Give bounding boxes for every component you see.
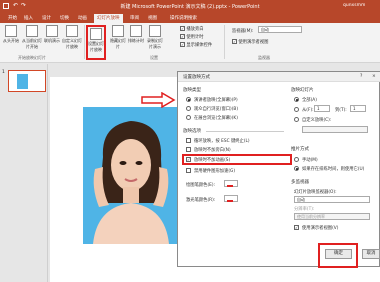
play-current-icon xyxy=(26,25,38,37)
radio-all[interactable] xyxy=(294,97,299,102)
record-slideshow-button[interactable]: 录制幻灯片演示 xyxy=(146,25,164,50)
rehearse-timings-button[interactable]: 排练计时 xyxy=(128,25,144,44)
radio-from[interactable] xyxy=(294,107,299,112)
radio-manual[interactable] xyxy=(294,157,299,162)
custom-show-select[interactable] xyxy=(302,126,368,133)
loop-checkbox[interactable] xyxy=(186,138,191,143)
checkbox[interactable]: ✓ xyxy=(232,39,237,44)
show-on-select[interactable]: 自动 xyxy=(294,196,370,203)
online-icon xyxy=(46,25,58,37)
tab-view[interactable]: 视图 xyxy=(148,15,157,21)
use-timings-check[interactable]: ✓ 使用计时 xyxy=(180,34,204,40)
checkbox[interactable]: ✓ xyxy=(180,42,185,47)
dialog-title-bar: 设置放映方式 ? × xyxy=(178,72,380,82)
tab-home[interactable]: 开始 xyxy=(8,15,17,21)
tab-animations[interactable]: 动画 xyxy=(78,15,87,21)
slide-thumbnail-pane: 1 xyxy=(0,64,48,282)
from-current-button[interactable]: 从当前幻灯片开始 xyxy=(22,25,42,50)
title-bar: ↶ ↷ 新建 Microsoft PowerPoint 演示文稿 (2).ppt… xyxy=(0,0,380,14)
user-name[interactable]: qunxsmm xyxy=(343,3,365,8)
resolution-select[interactable]: 使用当前分辨率 xyxy=(294,213,370,220)
radio-custom[interactable] xyxy=(294,117,299,122)
from-beginning-button[interactable]: 从头开始 xyxy=(2,25,20,44)
laser-color-swatch xyxy=(227,200,233,202)
presenter-view-checkbox[interactable]: ✓ xyxy=(294,225,299,230)
present-online-button[interactable]: 联机演示 xyxy=(44,25,60,44)
cancel-button[interactable]: 取消 xyxy=(362,249,380,259)
tab-review[interactable]: 审阅 xyxy=(130,15,139,21)
group-label-start: 开始放映幻灯片 xyxy=(18,55,46,60)
laser-color-label: 激光笔颜色(R): xyxy=(186,198,216,203)
advance-slides-label: 推片方式 xyxy=(291,147,309,152)
slide-photo[interactable] xyxy=(83,107,180,244)
presenter-view-check[interactable]: ✓ 使用演示者视图 xyxy=(232,39,268,45)
tab-insert[interactable]: 插入 xyxy=(24,15,33,21)
tab-tell-me[interactable]: 操作说明搜索 xyxy=(170,15,197,21)
to-field[interactable]: 1 xyxy=(350,105,366,112)
no-narration-checkbox[interactable] xyxy=(186,147,191,152)
dialog-title: 设置放映方式 xyxy=(183,75,210,80)
setup-show-icon xyxy=(90,28,102,40)
record-icon xyxy=(149,25,161,37)
close-button[interactable]: × xyxy=(372,74,376,79)
resolution-label: 分辨率(T): xyxy=(294,207,315,212)
custom-show-icon xyxy=(66,25,78,37)
pen-color-label: 绘图笔颜色(E): xyxy=(186,183,215,188)
woman-photo-illustration xyxy=(83,107,180,244)
monitor-label: 监视器(M): xyxy=(232,29,254,34)
show-type-label: 放映类型 xyxy=(183,88,201,93)
tab-design[interactable]: 设计 xyxy=(42,15,51,21)
thumbnail-photo xyxy=(17,74,28,89)
hide-slide-icon xyxy=(112,25,124,37)
hide-slide-button[interactable]: 隐藏幻灯片 xyxy=(110,25,126,50)
monitor-select[interactable]: 自动 xyxy=(258,26,302,33)
show-on-label: 幻灯片放映监视器(O): xyxy=(294,190,337,195)
multi-monitor-label: 多监视器 xyxy=(291,180,309,185)
show-options-label: 放映选项 xyxy=(183,129,201,134)
ok-button[interactable]: 确定 xyxy=(325,249,352,259)
setup-slideshow-button[interactable]: 设置幻灯片放映 xyxy=(86,25,106,60)
group-label-monitors: 监视器 xyxy=(258,55,270,60)
setup-show-dialog: 设置放映方式 ? × 放映类型 演讲者放映(全屏幕)(P) 观众自行浏览(窗口)… xyxy=(177,71,380,268)
show-slides-label: 放映幻灯片 xyxy=(291,88,314,93)
timer-icon xyxy=(130,25,142,37)
ribbon-separator xyxy=(224,25,225,59)
radio-presenter[interactable] xyxy=(186,97,191,102)
from-field[interactable]: 1 xyxy=(314,105,330,112)
pen-color-swatch xyxy=(227,185,233,187)
tab-transitions[interactable]: 切换 xyxy=(60,15,69,21)
radio-kiosk[interactable] xyxy=(186,115,191,120)
play-narrations-check[interactable]: ✓ 播放旁白 xyxy=(180,26,204,32)
disable-hw-accel-checkbox[interactable] xyxy=(186,168,191,173)
ribbon-separator xyxy=(84,25,85,59)
ribbon-tabs: 开始 插入 设计 切换 动画 幻灯片放映 审阅 视图 操作说明搜索 xyxy=(0,14,380,23)
no-animation-checkbox[interactable]: ✓ xyxy=(186,157,191,162)
slide-number: 1 xyxy=(2,70,5,75)
radio-timing[interactable] xyxy=(294,166,299,171)
ribbon: 从头开始 从当前幻灯片开始 联机演示 自定义幻灯片放映 设置幻灯片放映 隐藏幻灯… xyxy=(0,23,380,63)
pen-color-picker[interactable] xyxy=(224,180,238,187)
to-label: 到(T): xyxy=(335,108,347,113)
checkbox[interactable]: ✓ xyxy=(180,26,185,31)
show-media-controls-check[interactable]: ✓ 显示媒体控件 xyxy=(180,42,212,48)
window-title: 新建 Microsoft PowerPoint 演示文稿 (2).pptx - … xyxy=(120,4,260,10)
custom-show-button[interactable]: 自定义幻灯片放映 xyxy=(62,25,82,50)
laser-color-picker[interactable] xyxy=(224,195,238,202)
help-button[interactable]: ? xyxy=(360,74,362,79)
tab-slideshow[interactable]: 幻灯片放映 xyxy=(94,14,123,23)
slide-thumbnail[interactable] xyxy=(8,70,46,92)
play-icon xyxy=(5,25,17,37)
checkbox[interactable]: ✓ xyxy=(180,34,185,39)
radio-window[interactable] xyxy=(186,106,191,111)
annotation-arrow xyxy=(141,92,176,108)
divider xyxy=(206,131,284,132)
group-label-setup: 设置 xyxy=(150,55,158,60)
